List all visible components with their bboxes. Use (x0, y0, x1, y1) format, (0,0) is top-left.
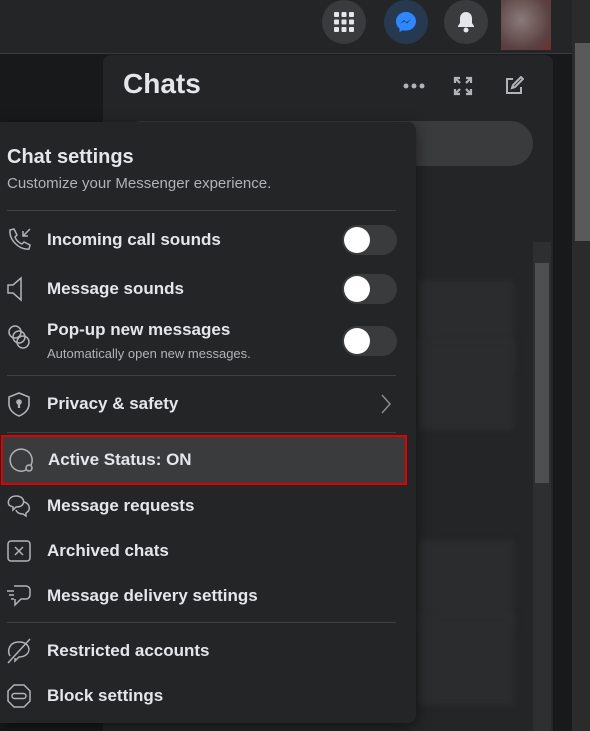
block-icon (7, 684, 31, 708)
menu-subtitle: Customize your Messenger experience. (7, 175, 272, 192)
menu-item-label: Restricted accounts (47, 641, 210, 660)
chat-list-item[interactable] (419, 615, 514, 705)
chat-list-scrollbar-thumb[interactable] (535, 263, 549, 483)
menu-item-restricted-accounts[interactable]: Restricted accounts (0, 629, 408, 673)
messenger-icon (396, 12, 416, 32)
popup-new-messages-toggle[interactable] (342, 326, 397, 356)
restricted-icon (7, 638, 31, 664)
menu-item-active-status[interactable]: Active Status: ON (1, 435, 407, 485)
message-requests-icon (7, 495, 30, 518)
menu-item-archived-chats[interactable]: Archived chats (0, 529, 408, 573)
menu-item-sublabel: Automatically open new messages. (47, 346, 251, 361)
menu-item-popup-new-messages[interactable]: Pop-up new messages Automatically open n… (0, 320, 408, 370)
chats-title: Chats (123, 68, 201, 99)
profile-avatar[interactable] (501, 0, 551, 50)
message-delivery-icon (7, 585, 31, 607)
new-message-icon[interactable] (502, 74, 526, 98)
menu-item-message-delivery-settings[interactable]: Message delivery settings (0, 574, 408, 618)
active-status-icon (9, 448, 33, 472)
menu-item-label: Incoming call sounds (47, 230, 221, 249)
chevron-right-icon (381, 394, 392, 414)
divider (7, 622, 396, 623)
menu-item-label: Pop-up new messages (47, 320, 231, 339)
menu-item-label: Privacy & safety (47, 394, 179, 413)
menu-item-label: Message sounds (47, 279, 184, 298)
speaker-icon (7, 276, 22, 302)
incoming-call-sounds-toggle[interactable] (342, 225, 397, 255)
incoming-call-icon (9, 228, 31, 250)
menu-item-label: Block settings (47, 686, 164, 705)
messenger-button[interactable] (384, 0, 428, 44)
menu-item-message-requests[interactable]: Message requests (0, 484, 408, 528)
popup-bubbles-icon (8, 325, 30, 349)
menu-item-incoming-call-sounds[interactable]: Incoming call sounds (0, 218, 408, 262)
menu-item-label: Archived chats (47, 541, 169, 560)
notifications-button[interactable] (444, 0, 488, 44)
apps-grid-icon (334, 12, 354, 32)
menu-item-message-sounds[interactable]: Message sounds (0, 267, 408, 311)
divider (7, 210, 396, 211)
menu-item-label: Message delivery settings (47, 586, 258, 605)
menu-button[interactable] (322, 0, 366, 44)
archive-icon (7, 540, 31, 562)
message-sounds-toggle[interactable] (342, 274, 397, 304)
chat-list-item[interactable] (419, 340, 514, 430)
menu-item-privacy-safety[interactable]: Privacy & safety (0, 382, 408, 426)
notifications-bell-icon (458, 12, 474, 33)
top-bar (0, 0, 572, 54)
shield-icon (8, 392, 30, 417)
menu-item-block-settings[interactable]: Block settings (0, 674, 408, 718)
menu-item-label: Message requests (47, 496, 195, 515)
page-scrollbar-thumb[interactable] (575, 43, 590, 241)
divider (7, 432, 396, 433)
menu-title: Chat settings (7, 146, 134, 168)
more-options-icon[interactable] (402, 74, 426, 98)
menu-item-label: Active Status: ON (48, 450, 192, 469)
expand-icon[interactable] (451, 74, 475, 98)
divider (7, 375, 396, 376)
